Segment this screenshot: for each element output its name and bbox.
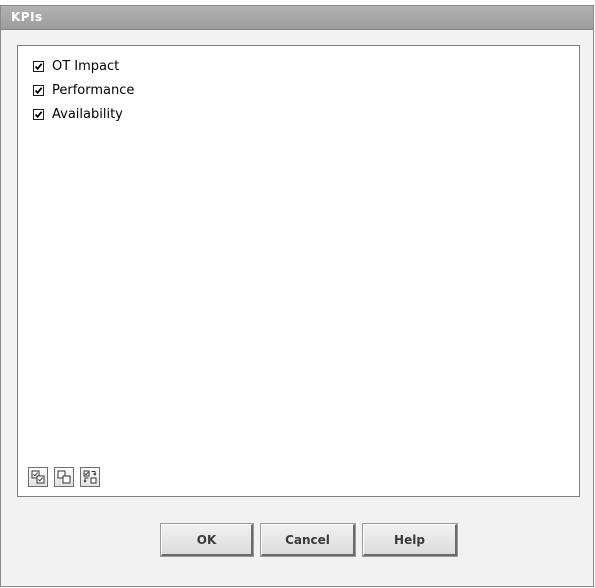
select-all-icon <box>31 470 45 484</box>
dialog-buttons: OK Cancel Help <box>160 523 458 557</box>
kpi-item-label: Performance <box>52 82 135 98</box>
kpi-item-label: OT Impact <box>52 58 120 74</box>
cancel-button[interactable]: Cancel <box>260 523 356 557</box>
invert-selection-button[interactable] <box>80 467 100 487</box>
kpi-item-availability[interactable]: Availability <box>33 105 123 123</box>
kpi-item-label: Availability <box>52 106 123 122</box>
kpis-dialog: KPIs OT Impact Performance Availability <box>0 5 594 587</box>
invert-selection-icon <box>83 470 97 484</box>
kpi-list-panel: OT Impact Performance Availability <box>17 45 580 497</box>
kpi-item-ot-impact[interactable]: OT Impact <box>33 57 119 75</box>
checkbox-checked-icon[interactable] <box>33 84 44 96</box>
clear-all-icon <box>57 470 71 484</box>
select-all-button[interactable] <box>28 467 48 487</box>
clear-all-button[interactable] <box>54 467 74 487</box>
help-button[interactable]: Help <box>362 523 458 557</box>
kpi-item-performance[interactable]: Performance <box>33 81 134 99</box>
selection-toolbar <box>28 467 100 487</box>
ok-button[interactable]: OK <box>160 523 254 557</box>
dialog-title: KPIs <box>1 6 593 30</box>
checkbox-checked-icon[interactable] <box>33 60 44 72</box>
checkbox-checked-icon[interactable] <box>33 108 44 120</box>
